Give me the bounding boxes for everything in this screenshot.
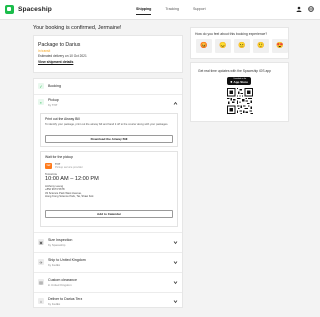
chevron-down-icon[interactable] [173, 280, 178, 285]
add-to-calendar-button[interactable]: Add to Calendar [45, 210, 173, 218]
chevron-down-icon[interactable] [173, 260, 178, 265]
package-status: In transit [38, 49, 51, 53]
check-icon: ✓ [38, 83, 44, 89]
emoji-happy-button[interactable]: 🙂 [253, 39, 269, 53]
download-airway-bill-button[interactable]: Download the Airway Bill [45, 135, 173, 143]
package-title: Package to Darius [38, 42, 81, 48]
step-subtitle: by Spaceship [48, 243, 66, 247]
contact-phone: +852 9673 5678 [45, 188, 65, 191]
wait-title: Wait for the pickup [45, 155, 73, 159]
timeline-step-customs[interactable]: ▤ Custom clearance in United Kingdom [34, 273, 182, 291]
customs-icon: ▤ [38, 279, 44, 285]
chevron-down-icon[interactable] [173, 240, 178, 245]
tnt-carrier-logo: TNT [45, 163, 52, 169]
app-promo-card: Get real time updates with the Spaceship… [190, 62, 289, 122]
step-title: Custom clearance [48, 278, 77, 282]
step-title: Pickup [48, 98, 59, 102]
app-promo-text: Get real time updates with the Spaceship… [198, 69, 271, 73]
step-title: Ship to United Kingdom [48, 258, 86, 262]
shipment-timeline: ✓ Booking ▪ Pickup by TNT Print out the … [33, 78, 183, 308]
step-title: Deliver to Darius Terz [48, 297, 83, 301]
emoji-neutral-button[interactable]: 😐 [234, 39, 250, 53]
step-subtitle: by FedEx [48, 302, 61, 306]
emoji-sad-button[interactable]: 😞 [215, 39, 231, 53]
chevron-down-icon[interactable] [173, 299, 178, 304]
view-shipment-details-link[interactable]: View shipment details [38, 60, 73, 64]
carrier-service: Pickup service provider [55, 166, 83, 169]
emoji-love-button[interactable]: 😍 [272, 39, 288, 53]
nav-shipping[interactable]: Shipping [136, 7, 152, 15]
chevron-up-icon[interactable] [173, 101, 178, 106]
wait-for-pickup-panel: Wait for the pickup TNT TNT Pickup servi… [40, 151, 178, 227]
step-title: Booking [48, 84, 61, 88]
top-navigation-bar: Spaceship Shipping Tracking Support [0, 0, 320, 20]
emoji-rating-row: 😡 😞 😐 🙂 😍 [196, 39, 288, 53]
house-icon: ⌂ [38, 298, 44, 304]
step-title: Size Inspection [48, 238, 73, 242]
logo-icon [5, 5, 14, 14]
print-description: To identify your package, print out the … [45, 123, 169, 126]
step-subtitle: by TNT [48, 103, 58, 107]
box-icon: ▣ [38, 239, 44, 245]
pickup-time-window: 10:00 AM – 12:00 PM [45, 176, 99, 182]
timeline-step-deliver[interactable]: ⌂ Deliver to Darius Terz by FedEx [34, 293, 182, 309]
address-line-2: Hong Kong Science Park, Tai, Shaw Kok [45, 195, 94, 198]
package-eta: Estimated delivery on 10 Oct 2021 [38, 54, 87, 58]
timeline-step-size-inspection[interactable]: ▣ Size Inspection by Spaceship [34, 233, 182, 251]
print-title: Print out the Airway Bill [45, 117, 80, 121]
timeline-step-pickup[interactable]: ▪ Pickup by TNT [34, 95, 182, 111]
emoji-angry-button[interactable]: 😡 [196, 39, 212, 53]
timeline-step-booking: ✓ Booking [34, 79, 182, 93]
confirmation-heading: Your booking is confirmed, Jermaine! [33, 25, 122, 31]
timeline-step-ship[interactable]: ✈ Ship to United Kingdom by FedEx [34, 253, 182, 271]
qr-code [227, 88, 253, 114]
step-subtitle: in United Kingdom [48, 283, 72, 287]
experience-question: How do you feel about this booking exper… [195, 32, 268, 36]
store-line-2: App Store [233, 80, 248, 84]
apple-icon: ● [230, 78, 233, 84]
print-airway-bill-panel: Print out the Airway Bill To identify yo… [40, 113, 178, 147]
nav-tracking[interactable]: Tracking [165, 7, 179, 15]
nav-support[interactable]: Support [193, 7, 206, 15]
pickup-step-icon: ▪ [38, 99, 44, 105]
plane-icon: ✈ [38, 259, 44, 265]
main-nav: Shipping Tracking Support [136, 7, 206, 15]
app-store-button[interactable]: ● Download on the App Store [227, 77, 251, 85]
logo[interactable]: Spaceship [5, 5, 52, 14]
user-icon[interactable] [296, 6, 302, 12]
globe-icon[interactable] [308, 6, 314, 12]
step-subtitle: by FedEx [48, 263, 61, 267]
logo-text: Spaceship [18, 6, 52, 13]
experience-rating-card: How do you feel about this booking exper… [190, 27, 289, 59]
package-summary-card: Package to Darius In transit Estimated d… [33, 35, 183, 73]
